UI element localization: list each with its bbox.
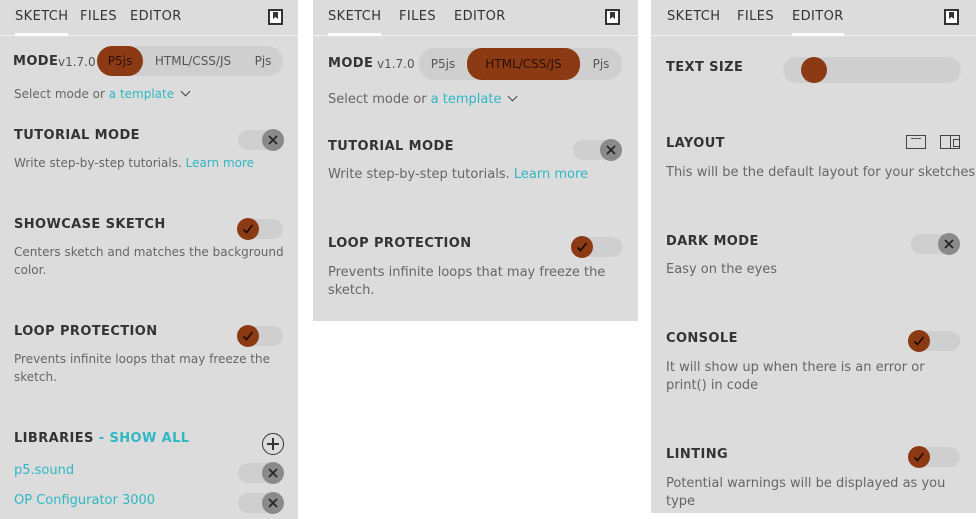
tutorial-mode-desc: Write step-by-step tutorials. Learn more: [14, 156, 255, 170]
dark-mode-title: DARK MODE: [666, 234, 759, 249]
mode-label: MODE: [328, 56, 374, 71]
layout-desc: This will be the default layout for your…: [666, 165, 976, 180]
chevron-down-icon[interactable]: [508, 91, 518, 102]
x-icon: [938, 233, 960, 255]
console-title: CONSOLE: [666, 331, 738, 346]
layout-title: LAYOUT: [666, 136, 725, 151]
showcase-sketch-desc: Centers sketch and matches the backgroun…: [14, 245, 284, 277]
mode-option-html[interactable]: HTML/CSS/JS: [467, 48, 580, 80]
mode-selector: P5js HTML/CSS/JS Pjs: [97, 46, 283, 76]
template-link[interactable]: a template: [109, 87, 174, 101]
chevron-down-icon[interactable]: [180, 86, 191, 97]
tutorial-mode-title: TUTORIAL MODE: [328, 139, 454, 154]
split-pane-layout-icon[interactable]: [940, 135, 960, 149]
tab-bar: SKETCH FILES EDITOR: [313, 0, 638, 36]
tab-editor[interactable]: EDITOR: [792, 0, 844, 36]
text-size-slider[interactable]: [783, 57, 961, 83]
library-p5-sound[interactable]: p5.sound: [14, 463, 74, 478]
version-label: v1.7.0: [58, 55, 96, 69]
tab-editor[interactable]: EDITOR: [130, 0, 182, 36]
showcase-sketch-title: SHOWCASE SKETCH: [14, 217, 166, 232]
checkmark-icon: [571, 236, 593, 258]
console-toggle[interactable]: [908, 330, 960, 352]
learn-more-link[interactable]: Learn more: [514, 167, 588, 182]
bookmark-icon[interactable]: [605, 9, 620, 25]
bookmark-icon[interactable]: [944, 9, 959, 25]
mode-selector: P5js HTML/CSS/JS Pjs: [419, 48, 622, 80]
show-all-libraries-link[interactable]: - SHOW ALL: [94, 431, 190, 446]
sketch-settings-panel: SKETCH FILES EDITOR MODE v1.7.0 P5js HTM…: [0, 0, 298, 519]
template-link[interactable]: a template: [431, 92, 502, 107]
add-library-icon[interactable]: [262, 433, 284, 455]
library-p5-sound-toggle[interactable]: [238, 462, 284, 484]
mode-option-p5js[interactable]: P5js: [97, 46, 143, 76]
checkmark-icon: [237, 325, 259, 347]
console-desc: It will show up when there is an error o…: [666, 360, 925, 393]
tutorial-mode-title: TUTORIAL MODE: [14, 128, 140, 143]
tab-sketch[interactable]: SKETCH: [328, 0, 382, 36]
linting-desc: Potential warnings will be displayed as …: [666, 476, 946, 509]
loop-protection-toggle[interactable]: [571, 236, 622, 258]
checkmark-icon: [908, 330, 930, 352]
x-icon: [262, 462, 284, 484]
tab-editor[interactable]: EDITOR: [454, 0, 506, 36]
loop-protection-desc: Prevents infinite loops that may freeze …: [328, 265, 606, 298]
mode-option-pjs[interactable]: Pjs: [581, 48, 621, 80]
tab-files[interactable]: FILES: [737, 0, 774, 36]
showcase-sketch-toggle[interactable]: [237, 218, 283, 240]
tab-sketch[interactable]: SKETCH: [667, 0, 720, 36]
version-label: v1.7.0: [377, 57, 415, 71]
checkmark-icon: [908, 446, 930, 468]
template-row: Select mode or a template: [328, 91, 518, 109]
linting-toggle[interactable]: [908, 446, 960, 468]
mode-option-p5js[interactable]: P5js: [419, 48, 467, 80]
text-size-title: TEXT SIZE: [666, 60, 744, 75]
dark-mode-desc: Easy on the eyes: [666, 262, 778, 277]
tab-sketch[interactable]: SKETCH: [15, 0, 69, 36]
loop-protection-title: LOOP PROTECTION: [14, 324, 158, 339]
x-icon: [262, 129, 284, 151]
tab-files[interactable]: FILES: [399, 0, 436, 36]
single-pane-layout-icon[interactable]: [906, 135, 926, 149]
library-op-configurator-toggle[interactable]: [238, 492, 284, 514]
loop-protection-toggle[interactable]: [237, 325, 283, 347]
tutorial-mode-desc: Write step-by-step tutorials. Learn more: [328, 167, 589, 182]
dark-mode-toggle[interactable]: [911, 233, 960, 255]
sketch-settings-panel-wide: SKETCH FILES EDITOR MODE v1.7.0 P5js HTM…: [313, 0, 638, 321]
learn-more-link[interactable]: Learn more: [186, 156, 254, 170]
loop-protection-desc: Prevents infinite loops that may freeze …: [14, 352, 270, 384]
linting-title: LINTING: [666, 447, 729, 462]
mode-label: MODE: [13, 54, 59, 69]
editor-settings-panel: SKETCH FILES EDITOR TEXT SIZE LAYOUT Thi…: [651, 0, 976, 513]
loop-protection-title: LOOP PROTECTION: [328, 236, 472, 251]
libraries-title: LIBRARIES - SHOW ALL: [14, 431, 190, 446]
library-op-configurator[interactable]: OP Configurator 3000: [14, 493, 155, 508]
text-size-slider-thumb[interactable]: [801, 57, 827, 83]
mode-option-html[interactable]: HTML/CSS/JS: [145, 46, 241, 76]
tutorial-mode-toggle[interactable]: [238, 129, 284, 151]
checkmark-icon: [237, 218, 259, 240]
tab-files[interactable]: FILES: [80, 0, 117, 36]
bookmark-icon[interactable]: [268, 9, 283, 25]
template-prefix: Select mode or: [14, 87, 109, 101]
x-icon: [262, 492, 284, 514]
template-prefix: Select mode or: [328, 92, 431, 107]
tutorial-mode-toggle[interactable]: [573, 139, 622, 161]
template-row: Select mode or a template: [14, 85, 191, 103]
mode-option-pjs[interactable]: Pjs: [243, 46, 283, 76]
tab-bar: SKETCH FILES EDITOR: [0, 0, 298, 36]
tab-bar: SKETCH FILES EDITOR: [651, 0, 976, 36]
x-icon: [600, 139, 622, 161]
